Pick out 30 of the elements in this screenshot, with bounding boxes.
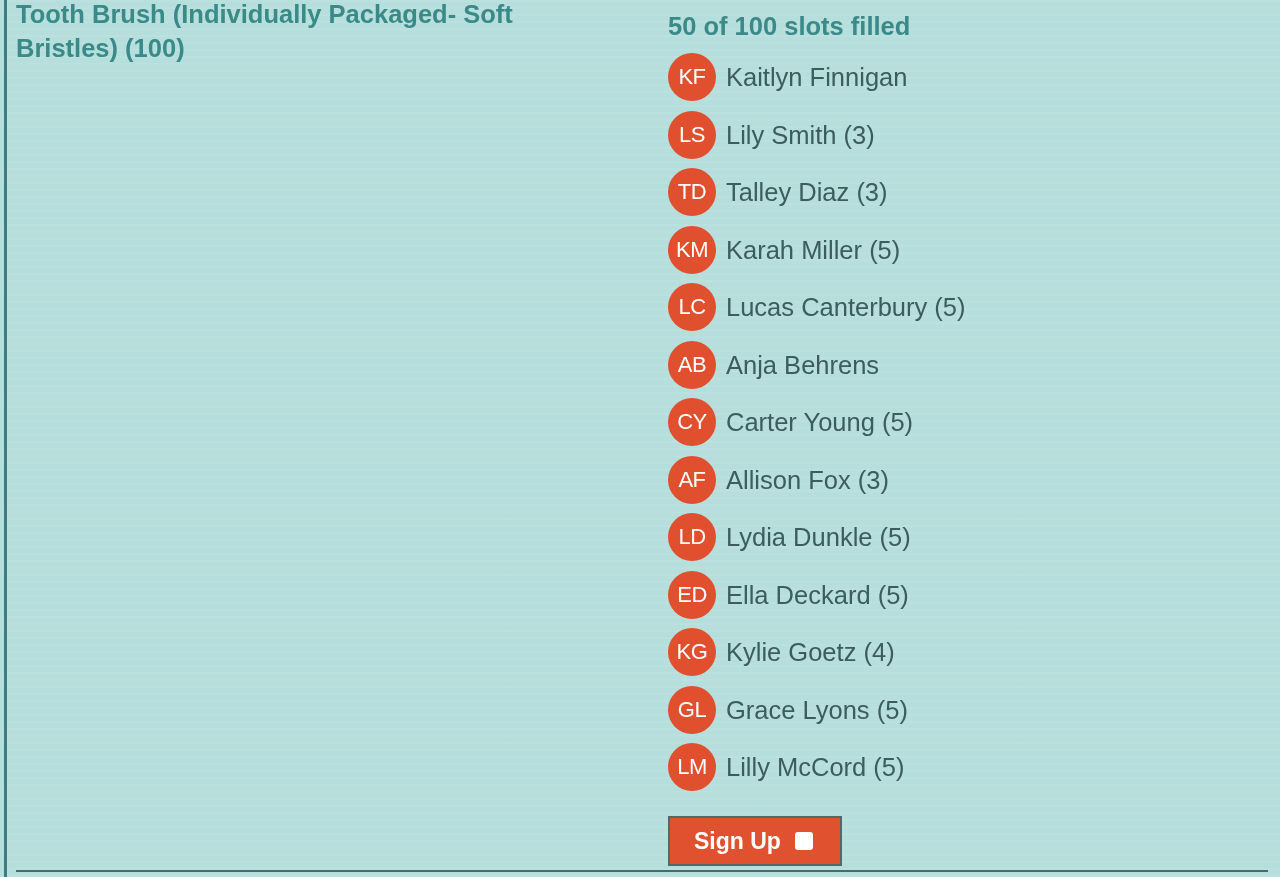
volunteer-name: Allison Fox (3) bbox=[726, 464, 889, 495]
initials-avatar: KF bbox=[668, 53, 716, 101]
sign-up-button[interactable]: Sign Up bbox=[668, 816, 842, 866]
initials-avatar: LC bbox=[668, 283, 716, 331]
volunteer-name: Lilly McCord (5) bbox=[726, 752, 905, 782]
item-title: Tooth Brush (Individually Packaged- Soft Bristles) (100) bbox=[16, 0, 514, 64]
volunteer-name: Karah Miller (5) bbox=[726, 234, 901, 265]
initials-avatar: AB bbox=[668, 340, 716, 389]
volunteer-name: Grace Lyons (5) bbox=[726, 694, 908, 725]
initials-avatar: LS bbox=[668, 110, 716, 159]
volunteer-name: Ella Deckard (5) bbox=[726, 579, 909, 610]
initials-avatar: TD bbox=[668, 168, 716, 216]
initials-avatar: GL bbox=[668, 685, 716, 734]
volunteer-name: Lily Smith (3) bbox=[726, 119, 875, 150]
initials-avatar: LD bbox=[668, 513, 716, 561]
slots-summary: 50 of 100 slots filled bbox=[668, 11, 911, 42]
volunteer-name: Talley Diaz (3) bbox=[726, 177, 888, 207]
initials-avatar: CY bbox=[668, 398, 716, 446]
initials-avatar: KM bbox=[668, 225, 716, 274]
initials-avatar: KG bbox=[668, 628, 716, 676]
volunteer-name: Carter Young (5) bbox=[726, 407, 914, 437]
volunteer-name: Kaitlyn Finnigan bbox=[726, 62, 908, 92]
volunteer-name: Anja Behrens bbox=[726, 349, 880, 380]
volunteer-name: Lydia Dunkle (5) bbox=[726, 522, 911, 552]
initials-avatar: AF bbox=[668, 455, 716, 504]
volunteer-name: Kylie Goetz (4) bbox=[726, 637, 895, 667]
checkbox[interactable] bbox=[794, 832, 813, 850]
initials-avatar: ED bbox=[668, 570, 716, 619]
initials-avatar: LM bbox=[668, 743, 716, 791]
volunteer-name: Lucas Canterbury (5) bbox=[726, 292, 966, 322]
